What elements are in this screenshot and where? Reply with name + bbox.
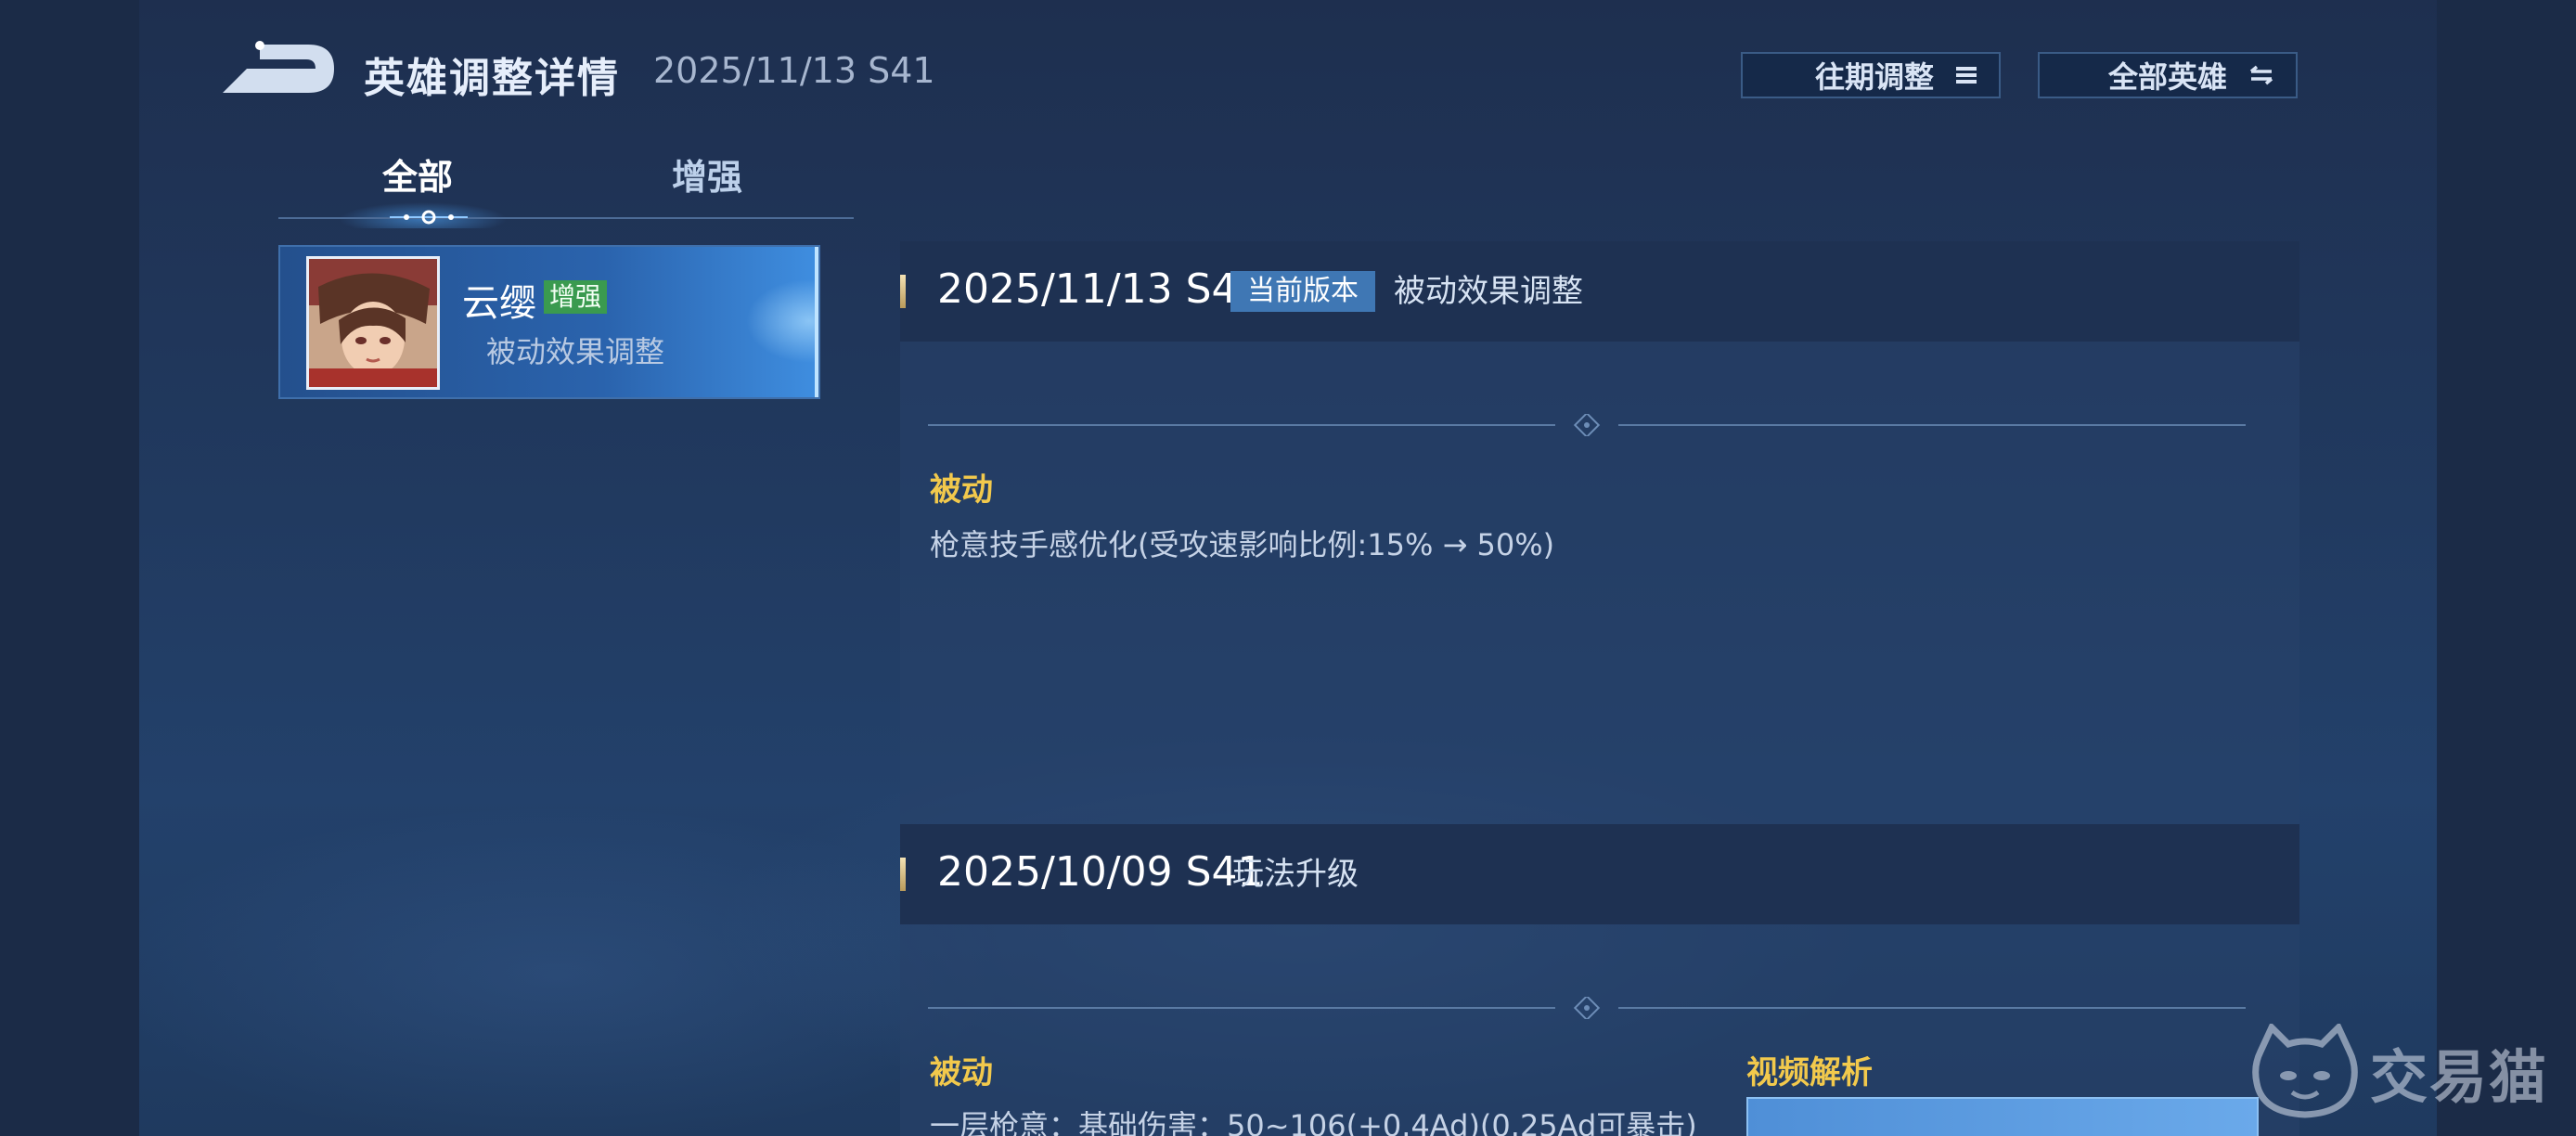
tab-underline [278, 217, 854, 219]
tab-buff[interactable]: 增强 [672, 148, 742, 200]
patch-header: 2025/11/13 S41 当前版本 被动效果调整 [900, 241, 2299, 342]
patch-body: 被动 一层枪意：基础伤害：50~106(+0.4Ad)(0.25Ad可暴击) 视… [900, 924, 2299, 1136]
patch-date: 2025/11/13 S41 [937, 265, 1264, 313]
history-adjustments-label: 往期调整 [1814, 59, 1934, 95]
section-text: 枪意技手感优化(受攻速影响比例:15% → 50%) [930, 527, 1555, 562]
back-icon[interactable] [219, 37, 336, 102]
patch-header: 2025/10/09 S41 玩法升级 [900, 824, 2299, 924]
video-analysis-title: 视频解析 [1746, 1054, 1873, 1091]
all-heroes-label: 全部英雄 [2107, 59, 2227, 95]
hero-avatar [306, 256, 440, 390]
right-margin [2437, 0, 2576, 1136]
section-title: 被动 [930, 1054, 993, 1091]
patch-date: 2025/10/09 S41 [937, 848, 1264, 896]
active-tab-indicator [390, 210, 468, 225]
cat-logo-icon [2252, 1024, 2358, 1118]
watermark-text: 交易猫 [2370, 1043, 2549, 1111]
page-version: 2025/11/13 S41 [653, 50, 935, 91]
tab-all[interactable]: 全部 [382, 148, 453, 200]
patch-description: 玩法升级 [1232, 856, 1359, 893]
section-divider [928, 414, 2246, 436]
list-icon [1956, 67, 1977, 84]
current-version-badge: 当前版本 [1230, 271, 1375, 312]
video-thumbnail[interactable] [1746, 1097, 2259, 1136]
header-accent [900, 275, 906, 308]
history-adjustments-button[interactable]: 往期调整 [1741, 52, 2001, 98]
patch-details-panel[interactable]: 2025/11/13 S41 当前版本 被动效果调整 被动 枪意技手感优化(受攻… [900, 241, 2299, 1136]
hero-list-item[interactable]: 云缨 增强 被动效果调整 [278, 245, 820, 399]
card-glow [670, 265, 818, 382]
section-title: 被动 [930, 471, 993, 509]
section-text: 一层枪意：基础伤害：50~106(+0.4Ad)(0.25Ad可暴击) [930, 1108, 1697, 1136]
swap-icon [2249, 65, 2273, 85]
hero-name: 云缨 [462, 282, 536, 325]
selected-edge [815, 247, 818, 397]
screen: 英雄调整详情 2025/11/13 S41 往期调整 全部英雄 全部 增强 云缨… [0, 0, 2576, 1136]
patch-body: 被动 枪意技手感优化(受攻速影响比例:15% → 50%) [900, 342, 2299, 824]
buff-badge: 增强 [544, 280, 608, 314]
watermark: 交易猫 [2251, 1021, 2557, 1123]
left-margin [0, 0, 139, 1136]
all-heroes-button[interactable]: 全部英雄 [2038, 52, 2298, 98]
patch-description: 被动效果调整 [1394, 273, 1583, 310]
header-accent [900, 858, 906, 891]
section-divider [928, 997, 2246, 1019]
hero-change-summary: 被动效果调整 [486, 334, 665, 369]
page-title: 英雄调整详情 [364, 55, 620, 102]
